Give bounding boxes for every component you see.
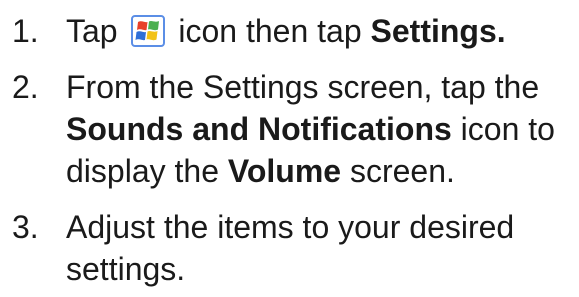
- step-text: From the Settings screen, tap the: [66, 69, 540, 105]
- step-line: Tap icon then tap Settings.: [66, 10, 506, 52]
- step-text: display the: [66, 153, 219, 189]
- step-text: screen.: [349, 153, 455, 189]
- step-keyword: Settings.: [370, 13, 506, 49]
- step-keyword: Sounds and Notifications: [66, 111, 452, 147]
- step-text: icon to: [460, 111, 555, 147]
- step-number: 1.: [12, 13, 39, 49]
- step-line: display the Volume screen.: [66, 150, 455, 192]
- step-line: From the Settings screen, tap the: [66, 66, 539, 108]
- step-text: icon then tap: [178, 13, 362, 49]
- step-text: Adjust the items to your desired: [66, 209, 515, 245]
- windows-start-icon: [131, 15, 166, 47]
- step-number: 2.: [12, 69, 39, 105]
- step-text: Tap: [66, 13, 118, 49]
- step-line: settings.: [66, 248, 185, 290]
- step-line: Sounds and Notifications icon to: [66, 108, 555, 150]
- step-text: settings.: [66, 251, 186, 287]
- step-keyword: Volume: [227, 153, 342, 189]
- step-line: Adjust the items to your desired: [66, 206, 514, 248]
- step-number: 3.: [12, 209, 39, 245]
